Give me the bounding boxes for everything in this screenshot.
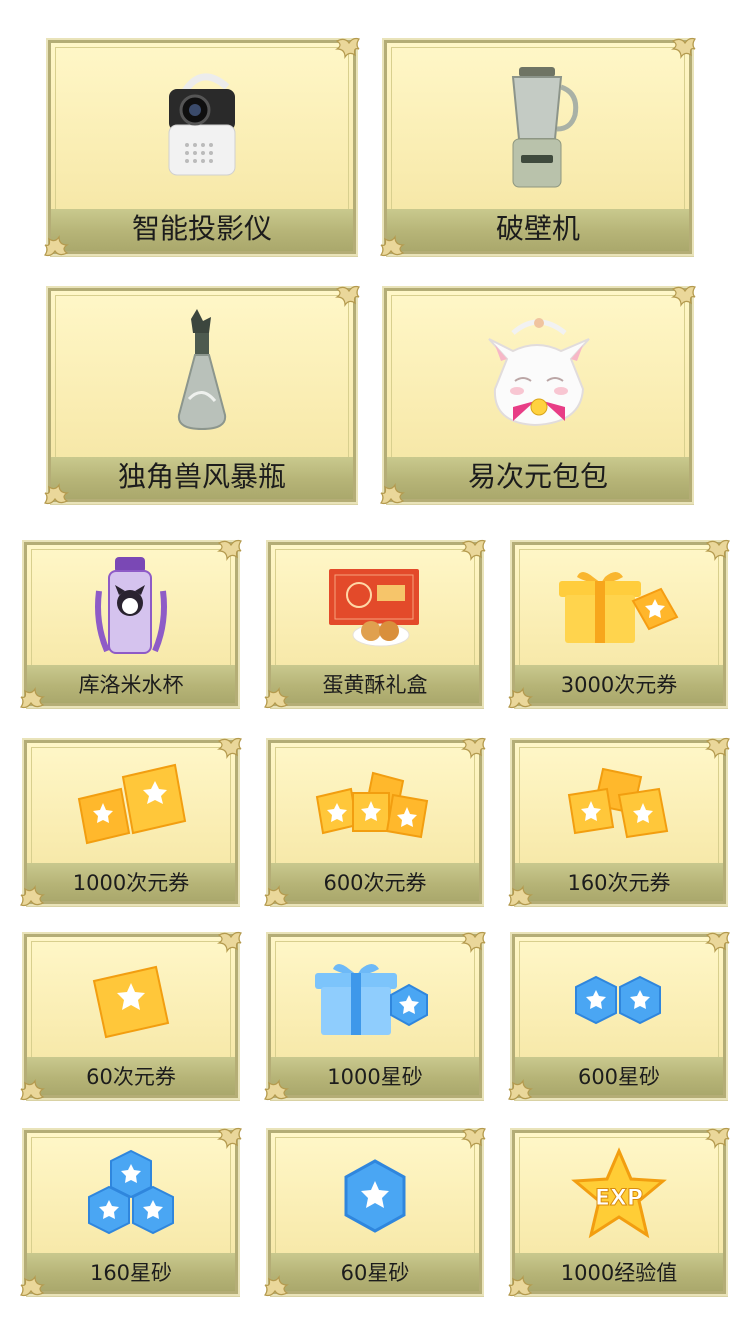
corner-ornament-icon <box>671 285 696 307</box>
prize-label: 独角兽风暴瓶 <box>117 460 286 493</box>
gift-box-stardust-icon <box>315 964 428 1035</box>
corner-ornament-icon <box>217 1127 242 1149</box>
prize-card-1000-coupon: 1000次元券 <box>20 737 242 907</box>
stardust-cluster-icon <box>88 1149 174 1235</box>
prize-label: 160次元券 <box>567 871 671 895</box>
prize-card-blender: 破壁机 <box>380 37 696 257</box>
stardust-pair-icon <box>575 975 661 1025</box>
prize-card-3000-coupon: 3000次元券 <box>508 539 730 709</box>
prize-label: 1000经验值 <box>560 1261 678 1285</box>
corner-ornament-icon <box>705 737 730 759</box>
prize-label: 破壁机 <box>495 212 580 245</box>
prize-label: 智能投影仪 <box>131 212 272 245</box>
unicorn-storm-bottle-icon <box>177 309 227 431</box>
kuromi-water-bottle-icon <box>95 557 167 654</box>
prize-card-160-coupon: 160次元券 <box>508 737 730 907</box>
prize-card-cat-bag: 易次元包包 <box>380 285 696 505</box>
prize-card-60-stardust: 60星砂 <box>264 1127 486 1297</box>
prize-label: 600次元券 <box>323 871 427 895</box>
gift-box-coupon-icon <box>559 572 679 643</box>
blender-icon <box>511 67 579 188</box>
corner-ornament-icon <box>461 539 486 561</box>
corner-ornament-icon <box>461 1127 486 1149</box>
prize-label: 1000星砂 <box>327 1065 423 1089</box>
corner-ornament-icon <box>217 737 242 759</box>
prize-label: 600星砂 <box>577 1065 661 1089</box>
cat-plush-bag-icon <box>488 318 590 427</box>
prize-label: 60星砂 <box>340 1261 410 1285</box>
prize-card-1000-stardust: 1000星砂 <box>264 931 486 1101</box>
prize-label: 3000次元券 <box>560 673 678 697</box>
prize-card-1000-exp: EXP 1000经验值 <box>508 1127 730 1297</box>
corner-ornament-icon <box>671 37 696 59</box>
corner-ornament-icon <box>705 539 730 561</box>
corner-ornament-icon <box>705 1127 730 1149</box>
corner-ornament-icon <box>217 539 242 561</box>
prize-card-storm-bottle: 独角兽风暴瓶 <box>44 285 360 505</box>
corner-ornament-icon <box>335 37 360 59</box>
prize-card-kuromi-bottle: 库洛米水杯 <box>20 539 242 709</box>
coupon-stack-icon <box>77 763 187 845</box>
corner-ornament-icon <box>461 931 486 953</box>
prize-label: 160星砂 <box>89 1261 173 1285</box>
prize-card-600-coupon: 600次元券 <box>264 737 486 907</box>
prize-card-pastry-box: 蛋黄酥礼盒 <box>264 539 486 709</box>
prize-label: 1000次元券 <box>72 871 190 895</box>
projector-icon <box>168 73 236 176</box>
prize-card-60-coupon: 60次元券 <box>20 931 242 1101</box>
pastry-gift-box-icon <box>329 569 419 647</box>
corner-ornament-icon <box>217 931 242 953</box>
corner-ornament-icon <box>335 285 360 307</box>
exp-star-icon: EXP <box>571 1147 667 1239</box>
prize-label: 60次元券 <box>86 1065 176 1089</box>
coupon-pair-icon <box>567 767 669 839</box>
prize-label: 库洛米水杯 <box>78 673 184 697</box>
corner-ornament-icon <box>705 931 730 953</box>
prize-card-projector: 智能投影仪 <box>44 37 360 257</box>
exp-badge-text: EXP <box>595 1186 643 1211</box>
prize-label: 易次元包包 <box>467 460 608 493</box>
coupon-pile-icon <box>315 771 429 839</box>
prize-card-600-stardust: 600星砂 <box>508 931 730 1101</box>
coupon-single-icon <box>92 965 170 1039</box>
prize-card-160-stardust: 160星砂 <box>20 1127 242 1297</box>
stardust-single-icon <box>344 1159 406 1233</box>
prize-label: 蛋黄酥礼盒 <box>322 673 428 697</box>
corner-ornament-icon <box>461 737 486 759</box>
